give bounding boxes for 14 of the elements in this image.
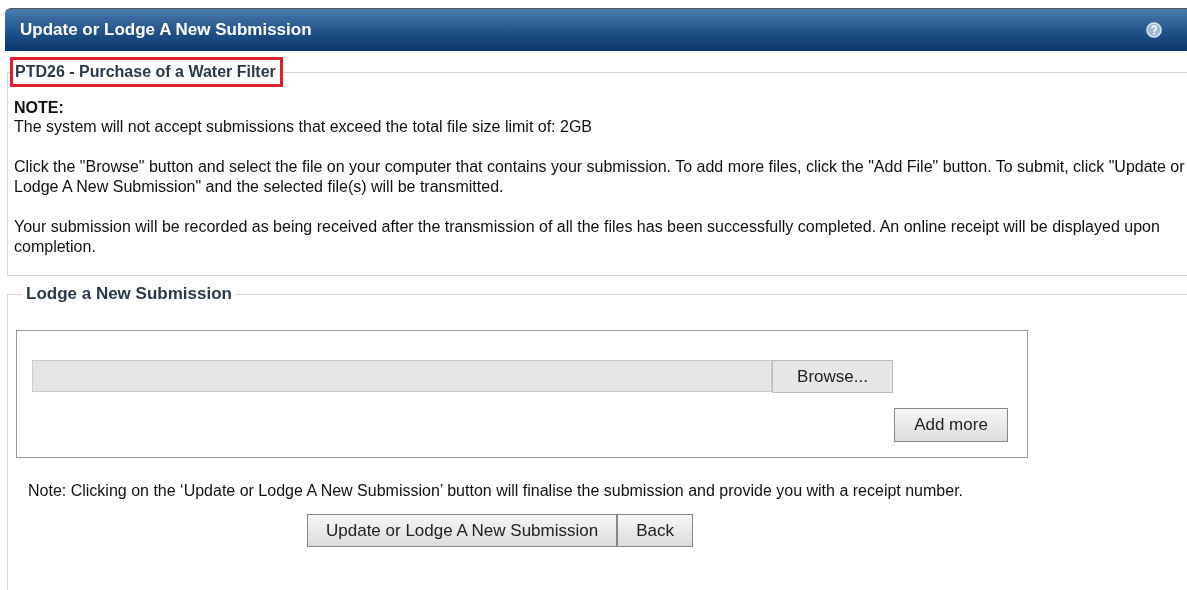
note-heading: NOTE: (14, 99, 65, 117)
back-button[interactable]: Back (617, 514, 693, 547)
section-legend: Lodge a New Submission (22, 284, 236, 304)
info-paragraph: The system will not accept submissions that exceed the total file size limit of: 2GB (14, 117, 594, 137)
info-paragraph: Your submission will be recorded as being received after the transmission of all the files has been successfully completed. An online receipt will be displayed upon completion. (14, 217, 1161, 257)
browse-button[interactable]: Browse... (772, 360, 893, 393)
file-input-field[interactable] (32, 360, 772, 392)
page-title: Update or Lodge A New Submission (20, 20, 312, 40)
submit-button[interactable]: Update or Lodge A New Submission (307, 514, 618, 547)
note-text: Note: Clicking on the ‘Update or Lodge A New Submission’ button will finalise the submission and provide you with a receipt number. (28, 482, 965, 500)
section-legend: PTD26 - Purchase of a Water Filter (15, 63, 276, 80)
help-icon[interactable] (1146, 22, 1162, 38)
info-paragraph: Click the "Browse" button and select the file on your computer that contains your submission. To add more files, click the "Add File" button. To submit, click "Update or Lodge A New Submission" and the selected file(s) will be transmitted. (14, 157, 1186, 197)
add-more-button[interactable]: Add more (894, 408, 1008, 442)
